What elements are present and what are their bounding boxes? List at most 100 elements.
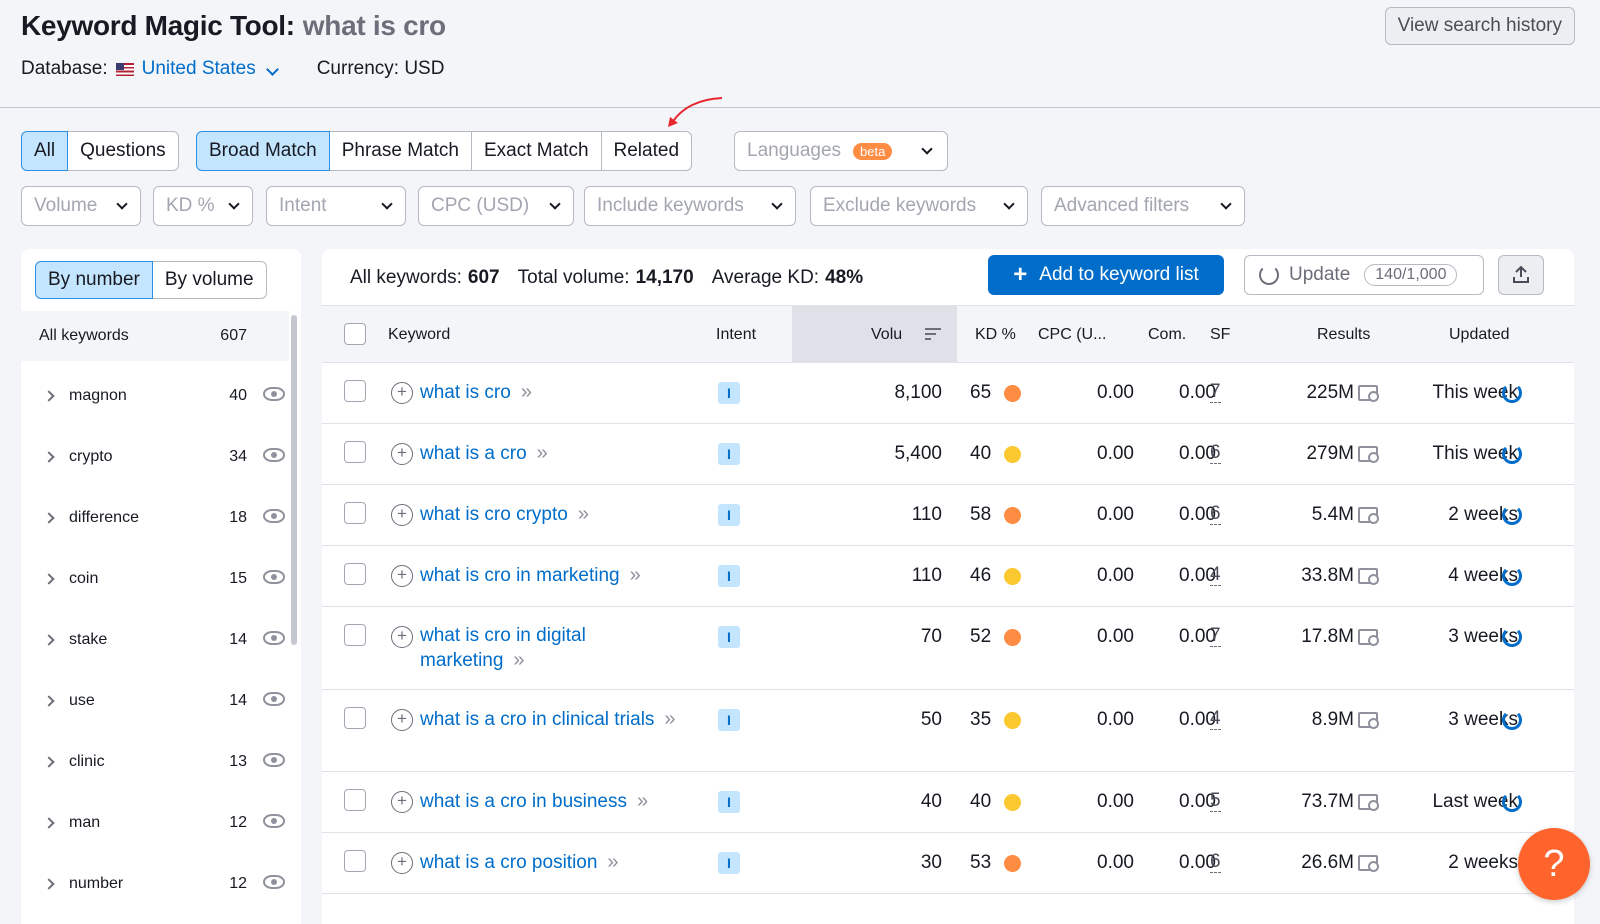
refresh-row-icon[interactable]	[1502, 444, 1522, 464]
add-keyword-plus-icon[interactable]: +	[391, 382, 413, 404]
view-serp-icon[interactable]	[1358, 712, 1379, 729]
refresh-row-icon[interactable]	[1502, 792, 1522, 812]
header-competition[interactable]: Com.	[1148, 326, 1186, 344]
tab-all[interactable]: All	[21, 131, 69, 171]
keyword-details-icon[interactable]: »	[637, 790, 648, 812]
keyword-group-item[interactable]: number 12	[21, 853, 289, 914]
intent-filter[interactable]: Intent	[266, 186, 406, 226]
refresh-row-icon[interactable]	[1502, 383, 1522, 403]
refresh-row-icon[interactable]	[1502, 505, 1522, 525]
refresh-row-icon[interactable]	[1502, 710, 1522, 730]
update-button[interactable]: Update 140/1,000	[1244, 255, 1484, 295]
keyword-group-item[interactable]: difference 18	[21, 487, 289, 548]
keyword-group-item[interactable]: stake 14	[21, 609, 289, 670]
refresh-row-icon[interactable]	[1502, 627, 1522, 647]
row-checkbox[interactable]	[344, 850, 366, 872]
select-all-checkbox[interactable]	[344, 323, 366, 345]
sort-by-number-button[interactable]: By number	[35, 261, 153, 299]
keyword-details-icon[interactable]: »	[664, 708, 675, 730]
keyword-group-item[interactable]: crypto 34	[21, 426, 289, 487]
sort-descending-icon[interactable]	[925, 328, 941, 343]
tab-phrase-match[interactable]: Phrase Match	[328, 131, 472, 171]
view-serp-icon[interactable]	[1358, 568, 1379, 585]
tab-broad-match[interactable]: Broad Match	[196, 131, 330, 171]
keyword-group-item[interactable]: use 14	[21, 670, 289, 731]
keyword-group-item[interactable]: magnon 40	[21, 365, 289, 426]
header-cpc[interactable]: CPC (U...	[1038, 326, 1106, 344]
exclude-keywords-filter[interactable]: Exclude keywords	[810, 186, 1028, 226]
languages-dropdown[interactable]: Languages beta	[734, 131, 948, 171]
add-keyword-plus-icon[interactable]: +	[391, 443, 413, 465]
keyword-details-icon[interactable]: »	[513, 649, 524, 671]
header-results[interactable]: Results	[1317, 326, 1370, 344]
cpc-filter[interactable]: CPC (USD)	[418, 186, 574, 226]
keyword-link[interactable]: what is a cro in business	[420, 791, 627, 812]
serp-features-link[interactable]: 7	[1210, 382, 1221, 403]
serp-features-link[interactable]: 6	[1210, 852, 1221, 873]
keyword-details-icon[interactable]: »	[537, 442, 548, 464]
eye-icon[interactable]	[263, 387, 285, 401]
eye-icon[interactable]	[263, 753, 285, 767]
tab-related[interactable]: Related	[600, 131, 693, 171]
help-button[interactable]: ?	[1518, 828, 1590, 900]
eye-icon[interactable]	[263, 448, 285, 462]
eye-icon[interactable]	[263, 692, 285, 706]
add-keyword-plus-icon[interactable]: +	[391, 791, 413, 813]
add-keyword-plus-icon[interactable]: +	[391, 504, 413, 526]
header-volume[interactable]: Volu	[871, 326, 902, 344]
keyword-link[interactable]: what is cro crypto	[420, 504, 568, 525]
view-serp-icon[interactable]	[1358, 507, 1379, 524]
keyword-link[interactable]: what is a cro in clinical trials	[420, 709, 654, 730]
add-keyword-plus-icon[interactable]: +	[391, 626, 413, 648]
header-keyword[interactable]: Keyword	[388, 326, 450, 344]
add-keyword-plus-icon[interactable]: +	[391, 852, 413, 874]
keyword-group-item[interactable]: man 12	[21, 792, 289, 853]
view-serp-icon[interactable]	[1358, 794, 1379, 811]
keyword-group-item[interactable]: clinic 13	[21, 731, 289, 792]
keyword-link[interactable]: what is a cro position	[420, 852, 597, 873]
row-checkbox[interactable]	[344, 502, 366, 524]
groups-scrollbar[interactable]	[291, 315, 297, 645]
keyword-link[interactable]: what is a cro	[420, 443, 527, 464]
kd-filter[interactable]: KD %	[153, 186, 253, 226]
header-serp-features[interactable]: SF	[1210, 326, 1230, 344]
eye-icon[interactable]	[263, 570, 285, 584]
add-to-keyword-list-button[interactable]: + Add to keyword list	[988, 255, 1224, 295]
add-keyword-plus-icon[interactable]: +	[391, 709, 413, 731]
view-search-history-button[interactable]: View search history	[1384, 7, 1575, 45]
include-keywords-filter[interactable]: Include keywords	[584, 186, 796, 226]
serp-features-link[interactable]: 5	[1210, 791, 1221, 812]
header-updated[interactable]: Updated	[1449, 326, 1510, 344]
tab-exact-match[interactable]: Exact Match	[470, 131, 602, 171]
serp-features-link[interactable]: 6	[1210, 443, 1221, 464]
serp-features-link[interactable]: 6	[1210, 504, 1221, 525]
keyword-link[interactable]: what is cro in digital marketing	[420, 625, 586, 671]
sort-by-volume-button[interactable]: By volume	[151, 261, 267, 299]
row-checkbox[interactable]	[344, 789, 366, 811]
database-select[interactable]: United States	[142, 58, 279, 80]
refresh-row-icon[interactable]	[1502, 566, 1522, 586]
view-serp-icon[interactable]	[1358, 446, 1379, 463]
row-checkbox[interactable]	[344, 563, 366, 585]
eye-icon[interactable]	[263, 631, 285, 645]
view-serp-icon[interactable]	[1358, 855, 1379, 872]
all-keywords-group[interactable]: All keywords 607	[21, 311, 289, 361]
serp-features-link[interactable]: 4	[1210, 565, 1221, 586]
keyword-group-item[interactable]: coin 15	[21, 548, 289, 609]
serp-features-link[interactable]: 7	[1210, 626, 1221, 647]
tab-questions[interactable]: Questions	[67, 131, 179, 171]
export-button[interactable]	[1498, 255, 1544, 295]
header-kd[interactable]: KD %	[975, 326, 1016, 344]
keyword-details-icon[interactable]: »	[578, 503, 589, 525]
keyword-details-icon[interactable]: »	[607, 851, 618, 873]
volume-filter[interactable]: Volume	[21, 186, 141, 226]
serp-features-link[interactable]: 4	[1210, 709, 1221, 730]
view-serp-icon[interactable]	[1358, 629, 1379, 646]
advanced-filters[interactable]: Advanced filters	[1041, 186, 1245, 226]
row-checkbox[interactable]	[344, 441, 366, 463]
keyword-details-icon[interactable]: »	[521, 381, 532, 403]
header-intent[interactable]: Intent	[716, 326, 756, 344]
eye-icon[interactable]	[263, 875, 285, 889]
row-checkbox[interactable]	[344, 707, 366, 729]
add-keyword-plus-icon[interactable]: +	[391, 565, 413, 587]
